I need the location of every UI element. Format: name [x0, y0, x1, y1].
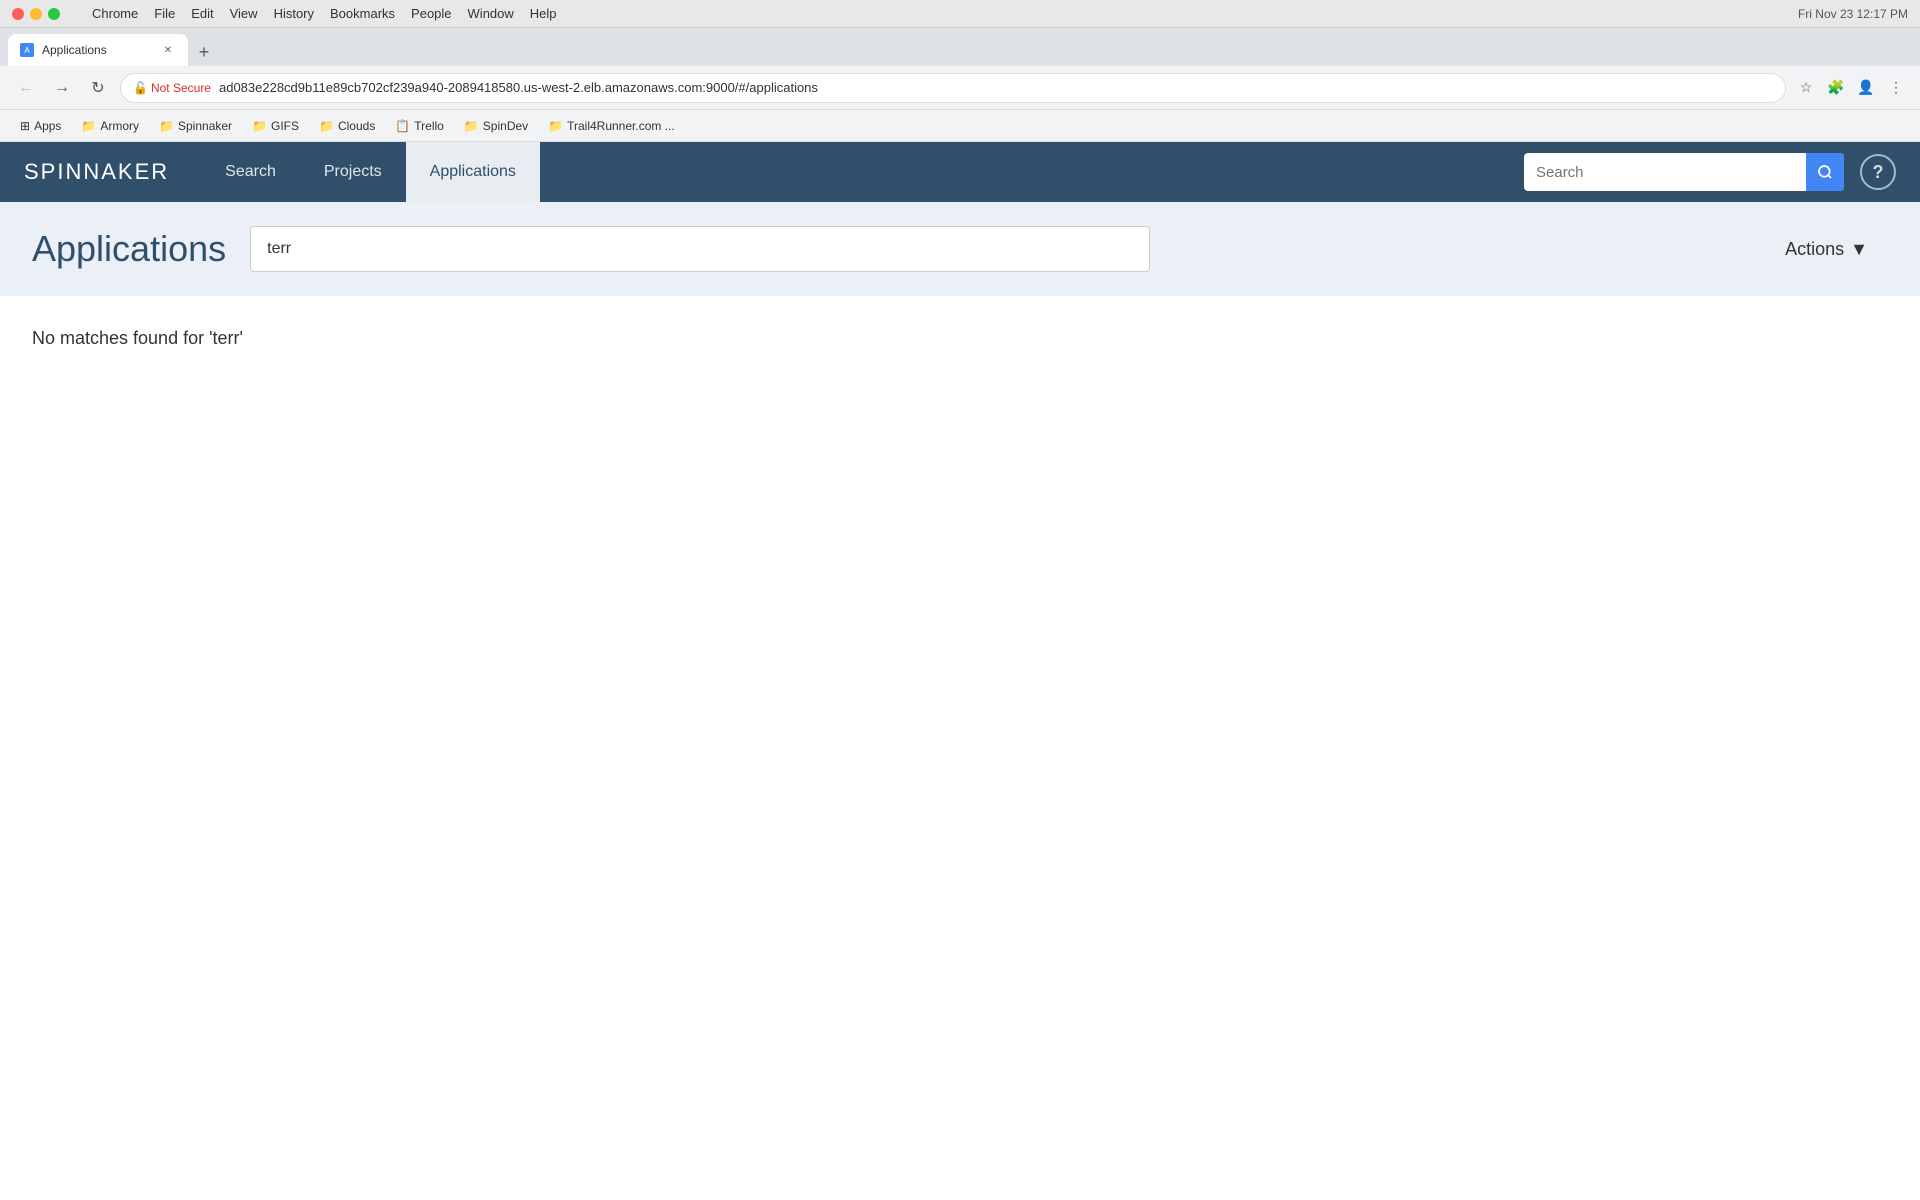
bookmark-armory-label: Armory — [100, 119, 139, 133]
page-title: Applications — [32, 228, 226, 270]
menu-people[interactable]: People — [411, 6, 451, 21]
spinnaker-logo: SPINNAKER — [24, 159, 169, 185]
spinnaker-navbar: SPINNAKER Search Projects Applications ? — [0, 142, 1920, 202]
menu-history[interactable]: History — [274, 6, 314, 21]
nav-search-button[interactable] — [1806, 153, 1844, 191]
bookmark-spinnaker[interactable]: 📁 Spinnaker — [151, 117, 240, 135]
content-header: Applications Actions ▼ — [32, 226, 1888, 272]
content-area: Applications Actions ▼ — [0, 202, 1920, 296]
actions-button[interactable]: Actions ▼ — [1765, 229, 1888, 270]
bookmark-trail4runner[interactable]: 📁 Trail4Runner.com ... — [540, 117, 683, 135]
back-button[interactable]: ← — [12, 74, 40, 102]
help-button[interactable]: ? — [1860, 154, 1896, 190]
menu-icon[interactable]: ⋮ — [1884, 76, 1908, 100]
forward-button[interactable]: → — [48, 74, 76, 102]
bookmark-gifs[interactable]: 📁 GIFS — [244, 117, 307, 135]
nav-item-search[interactable]: Search — [201, 142, 300, 202]
bookmark-clouds[interactable]: 📁 Clouds — [311, 117, 383, 135]
bookmark-spindev-label: SpinDev — [483, 119, 528, 133]
apps-bookmark-icon: ⊞ — [20, 119, 30, 133]
system-info: Fri Nov 23 12:17 PM — [1798, 7, 1908, 21]
address-input[interactable]: 🔓 Not Secure ad083e228cd9b11e89cb702cf23… — [120, 73, 1786, 103]
minimize-dot[interactable] — [30, 8, 42, 20]
macos-menu: Chrome File Edit View History Bookmarks … — [92, 6, 557, 21]
account-icon[interactable]: 👤 — [1854, 76, 1878, 100]
star-icon[interactable]: ☆ — [1794, 76, 1818, 100]
addressbar-actions: ☆ 🧩 👤 ⋮ — [1794, 76, 1908, 100]
tab-label: Applications — [42, 43, 107, 57]
address-bar: ← → ↻ 🔓 Not Secure ad083e228cd9b11e89cb7… — [0, 66, 1920, 110]
menu-chrome[interactable]: Chrome — [92, 6, 138, 21]
bookmark-trail4runner-label: Trail4Runner.com ... — [567, 119, 675, 133]
bookmark-clouds-label: Clouds — [338, 119, 375, 133]
extensions-icon[interactable]: 🧩 — [1824, 76, 1848, 100]
new-tab-button[interactable]: + — [190, 38, 218, 66]
reload-button[interactable]: ↻ — [84, 74, 112, 102]
bookmark-apps-label: Apps — [34, 119, 61, 133]
menu-help[interactable]: Help — [530, 6, 557, 21]
menu-window[interactable]: Window — [468, 6, 514, 21]
armory-bookmark-icon: 📁 — [81, 119, 96, 133]
bookmark-apps[interactable]: ⊞ Apps — [12, 117, 69, 135]
trail4runner-bookmark-icon: 📁 — [548, 119, 563, 133]
lock-icon: 🔓 — [133, 81, 148, 95]
close-dot[interactable] — [12, 8, 24, 20]
nav-search-input[interactable] — [1524, 164, 1806, 181]
menu-bookmarks[interactable]: Bookmarks — [330, 6, 395, 21]
menu-edit[interactable]: Edit — [191, 6, 213, 21]
maximize-dot[interactable] — [48, 8, 60, 20]
menu-view[interactable]: View — [230, 6, 258, 21]
spinnaker-bookmark-icon: 📁 — [159, 119, 174, 133]
bookmark-spinnaker-label: Spinnaker — [178, 119, 232, 133]
bookmarks-bar: ⊞ Apps 📁 Armory 📁 Spinnaker 📁 GIFS 📁 Clo… — [0, 110, 1920, 142]
spindev-bookmark-icon: 📁 — [464, 119, 479, 133]
gifs-bookmark-icon: 📁 — [252, 119, 267, 133]
bookmark-trello[interactable]: 📋 Trello — [387, 117, 452, 135]
bookmark-spindev[interactable]: 📁 SpinDev — [456, 117, 536, 135]
filter-input[interactable] — [250, 226, 1150, 272]
nav-item-projects[interactable]: Projects — [300, 142, 406, 202]
menu-file[interactable]: File — [154, 6, 175, 21]
no-results-message: No matches found for 'terr' — [0, 296, 1920, 381]
trello-bookmark-icon: 📋 — [395, 119, 410, 133]
tab-favicon: A — [20, 43, 34, 57]
clouds-bookmark-icon: 📁 — [319, 119, 334, 133]
chevron-down-icon: ▼ — [1850, 239, 1868, 260]
bookmark-gifs-label: GIFS — [271, 119, 299, 133]
not-secure-indicator: 🔓 Not Secure — [133, 81, 211, 95]
nav-search-box — [1524, 153, 1844, 191]
bookmark-armory[interactable]: 📁 Armory — [73, 117, 147, 135]
active-tab[interactable]: A Applications ✕ — [8, 34, 188, 66]
nav-items: Search Projects Applications — [201, 142, 540, 202]
tab-close-button[interactable]: ✕ — [160, 42, 176, 58]
datetime: Fri Nov 23 12:17 PM — [1798, 7, 1908, 21]
window-controls[interactable] — [12, 8, 60, 20]
titlebar: Chrome File Edit View History Bookmarks … — [0, 0, 1920, 28]
address-url: ad083e228cd9b11e89cb702cf239a940-2089418… — [219, 80, 818, 95]
bookmark-trello-label: Trello — [414, 119, 444, 133]
nav-item-applications[interactable]: Applications — [406, 142, 540, 202]
tab-bar: A Applications ✕ + — [0, 28, 1920, 66]
